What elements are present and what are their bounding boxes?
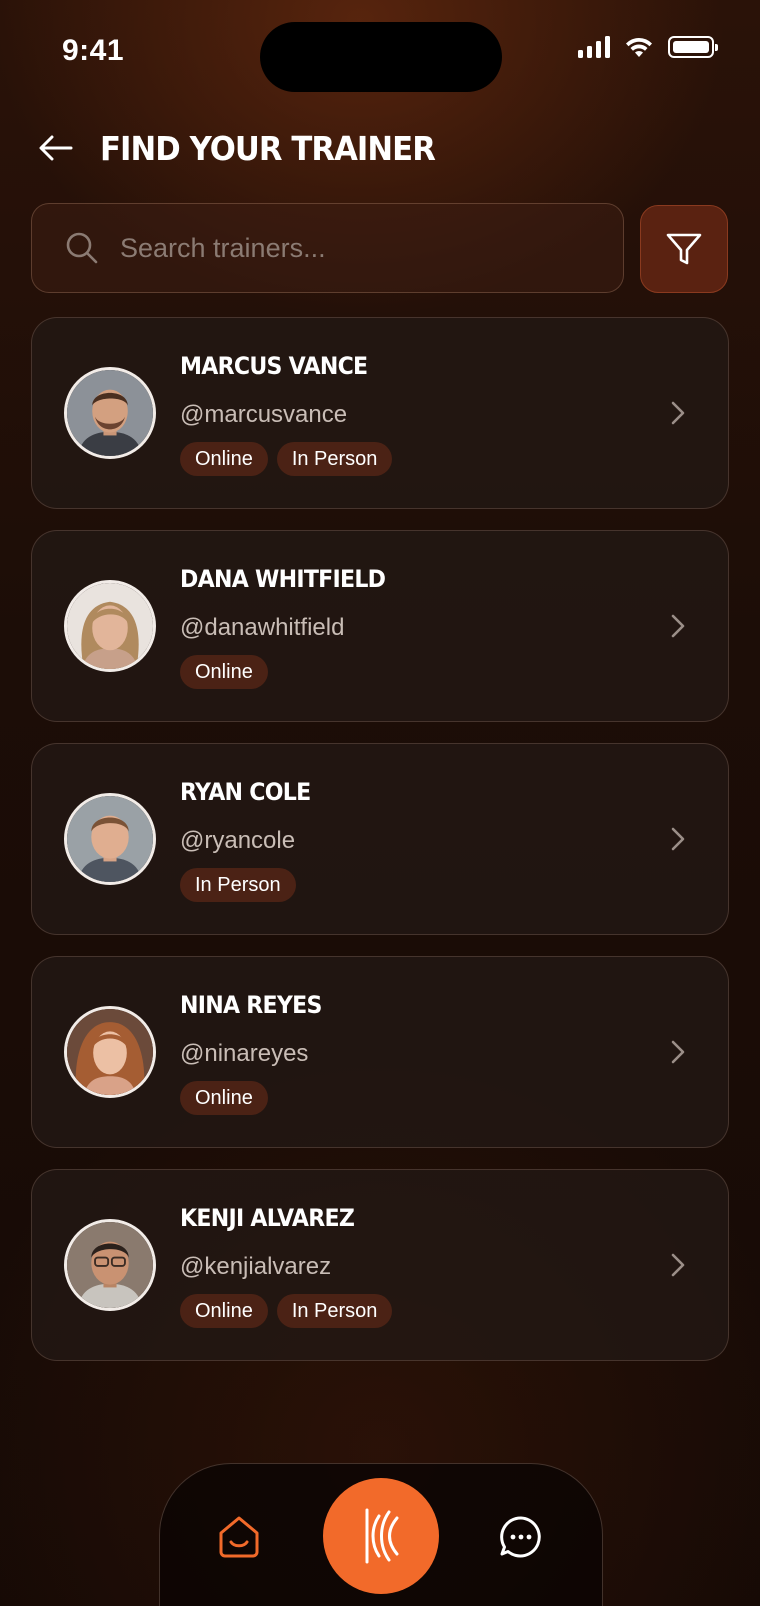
avatar: [64, 1219, 156, 1311]
chevron-right-icon: [671, 401, 685, 425]
tag-online: Online: [180, 1294, 268, 1328]
nav-home-button[interactable]: [212, 1510, 266, 1564]
home-icon: [219, 1516, 259, 1558]
tag-in-person: In Person: [276, 442, 393, 476]
chat-bubble-icon: [500, 1516, 541, 1558]
tag-list: Online In Person: [180, 442, 393, 476]
search-icon: [64, 230, 100, 266]
status-icons: [578, 36, 718, 58]
tag-online: Online: [180, 1081, 268, 1115]
tag-list: Online In Person: [180, 1294, 393, 1328]
status-time: 9:41: [62, 34, 125, 67]
trainer-handle: @danawhitfield: [180, 614, 345, 641]
avatar: [64, 793, 156, 885]
battery-icon: [668, 36, 718, 58]
search-box[interactable]: [31, 203, 624, 293]
tag-in-person: In Person: [276, 1294, 393, 1328]
trainer-card[interactable]: DANA WHITFIELD @danawhitfield Online: [31, 530, 729, 722]
tag-list: Online: [180, 1081, 268, 1115]
trainer-name: RYAN COLE: [180, 778, 311, 806]
cellular-signal-icon: [578, 36, 610, 58]
tag-list: In Person: [180, 868, 296, 902]
avatar: [64, 367, 156, 459]
nav-center-button[interactable]: [323, 1478, 439, 1594]
trainer-name: KENJI ALVAREZ: [180, 1204, 355, 1232]
trainer-handle: @ninareyes: [180, 1040, 309, 1067]
search-input[interactable]: [120, 218, 623, 278]
avatar: [64, 580, 156, 672]
trainer-name: NINA REYES: [180, 991, 322, 1019]
avatar: [64, 1006, 156, 1098]
trainer-card[interactable]: RYAN COLE @ryancole In Person: [31, 743, 729, 935]
nav-chat-button[interactable]: [494, 1510, 548, 1564]
wifi-icon: [626, 37, 652, 57]
tag-online: Online: [180, 655, 268, 689]
bottom-nav: [159, 1463, 603, 1606]
trainer-list: MARCUS VANCE @marcusvance Online In Pers…: [31, 317, 729, 1382]
trainer-handle: @marcusvance: [180, 401, 348, 428]
chevron-right-icon: [671, 827, 685, 851]
trainer-card[interactable]: MARCUS VANCE @marcusvance Online In Pers…: [31, 317, 729, 509]
header: FIND YOUR TRAINER: [36, 118, 460, 178]
arrow-left-icon: [39, 135, 73, 161]
status-bar: 9:41: [0, 0, 760, 100]
chevron-right-icon: [671, 1253, 685, 1277]
trainer-handle: @kenjialvarez: [180, 1253, 332, 1280]
page-title: FIND YOUR TRAINER: [100, 128, 436, 168]
trainer-handle: @ryancole: [180, 827, 296, 854]
dynamic-island: [260, 22, 502, 92]
tag-list: Online: [180, 655, 268, 689]
trainer-card[interactable]: NINA REYES @ninareyes Online: [31, 956, 729, 1148]
chevron-right-icon: [671, 1040, 685, 1064]
trainer-card[interactable]: KENJI ALVAREZ @kenjialvarez Online In Pe…: [31, 1169, 729, 1361]
trainer-name: MARCUS VANCE: [180, 352, 368, 380]
tag-online: Online: [180, 442, 268, 476]
tag-in-person: In Person: [180, 868, 296, 902]
filter-button[interactable]: [640, 205, 728, 293]
filter-funnel-icon: [666, 233, 702, 265]
brand-logo-icon: [365, 1508, 399, 1564]
chevron-right-icon: [671, 614, 685, 638]
trainer-name: DANA WHITFIELD: [180, 565, 386, 593]
back-button[interactable]: [36, 128, 76, 168]
